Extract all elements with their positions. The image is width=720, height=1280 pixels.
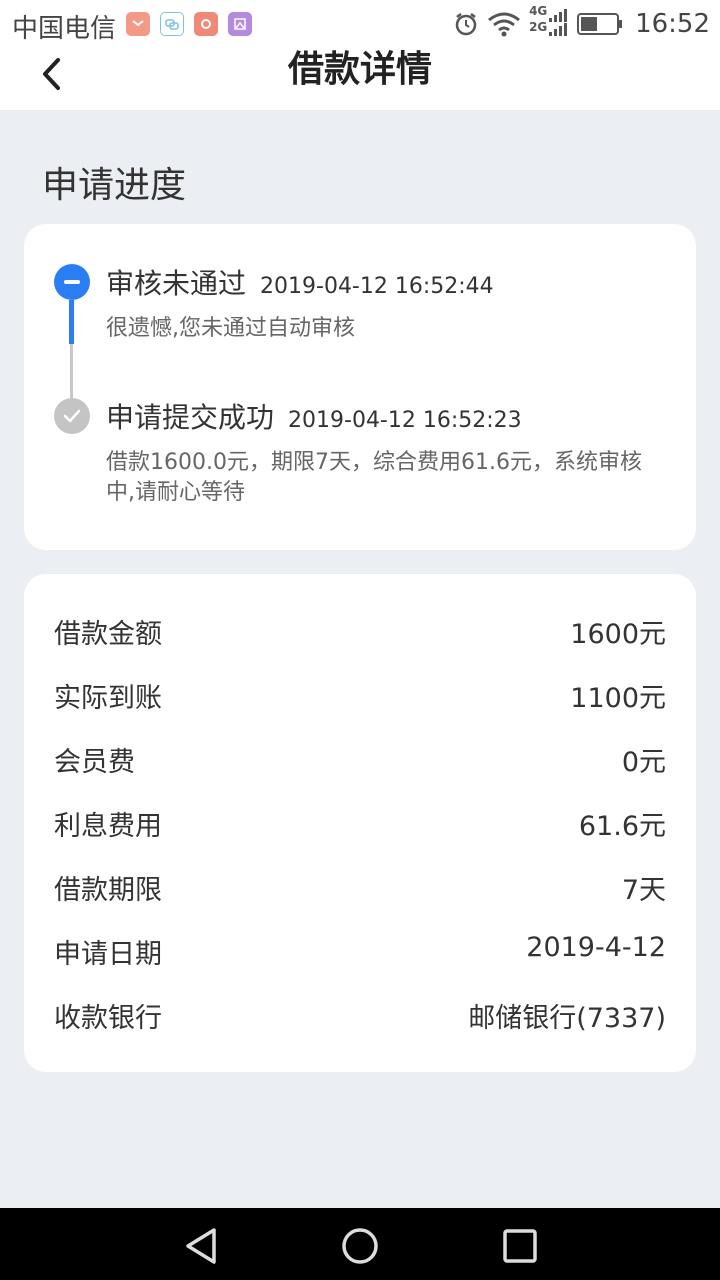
timeline-step-title: 审核未通过 2019-04-12 16:52:44 [106, 262, 494, 302]
app-notification-icon [194, 12, 218, 36]
chat-icon [160, 12, 184, 36]
navigation-bar: 借款详情 [0, 48, 720, 110]
loan-details-card: 借款金额 1600元 实际到账 1100元 会员费 0元 利息费用 61.6元 … [24, 574, 696, 1072]
detail-row-bank: 收款银行 邮储银行(7337) [54, 996, 666, 1036]
detail-value: 7天 [621, 875, 666, 906]
detail-value: 邮储银行(7337) [468, 1003, 666, 1034]
notification-icons [126, 12, 252, 36]
missed-call-icon [126, 12, 150, 36]
alarm-icon [453, 11, 479, 37]
system-home-button[interactable] [340, 1226, 380, 1266]
recents-square-icon [503, 1229, 537, 1263]
detail-label: 借款期限 [54, 875, 162, 906]
detail-row-term: 借款期限 7天 [54, 868, 666, 908]
section-title-progress: 申请进度 [42, 165, 187, 206]
detail-row-interest: 利息费用 61.6元 [54, 804, 666, 844]
status-bar: 中国电信 4G 2G 16:52 [0, 0, 720, 48]
detail-row-apply-date: 申请日期 2019-4-12 [54, 932, 666, 972]
minus-circle-icon [54, 264, 90, 300]
network-type-top: 4G [529, 4, 548, 18]
step-timestamp: 2019-04-12 16:52:44 [260, 274, 494, 299]
battery-icon [577, 12, 623, 36]
detail-row-membership-fee: 会员费 0元 [54, 740, 666, 780]
detail-label: 借款金额 [54, 619, 162, 650]
progress-card: 审核未通过 2019-04-12 16:52:44 很遗憾,您未通过自动审核 申请… [24, 224, 696, 550]
clock: 16:52 [635, 9, 710, 39]
gallery-icon [228, 12, 252, 36]
timeline-connector [70, 344, 73, 400]
detail-label: 会员费 [54, 747, 135, 778]
detail-label: 实际到账 [54, 683, 162, 714]
loan-details-screen: 中国电信 4G 2G 16:52 借款详情 申请进度 审核未通过 2019-04… [0, 0, 720, 1280]
detail-label: 收款银行 [54, 1003, 162, 1034]
network-type-bottom: 2G [529, 20, 548, 34]
step-status-label: 审核未通过 [106, 267, 247, 300]
detail-value: 2019-4-12 [526, 932, 666, 963]
chevron-left-icon [43, 58, 60, 90]
detail-value: 0元 [621, 747, 666, 778]
timeline-step-title: 申请提交成功 2019-04-12 16:52:23 [106, 396, 522, 436]
page-title: 借款详情 [287, 49, 432, 90]
detail-value: 1600元 [570, 619, 666, 650]
detail-value: 1100元 [570, 683, 666, 714]
back-button[interactable] [30, 52, 74, 96]
signal-icon: 4G 2G [529, 4, 569, 40]
carrier-label: 中国电信 [12, 14, 117, 44]
system-navigation-bar [0, 1208, 720, 1280]
system-back-button[interactable] [180, 1226, 220, 1266]
home-circle-icon [342, 1228, 378, 1264]
detail-row-loan-amount: 借款金额 1600元 [54, 612, 666, 652]
step-timestamp: 2019-04-12 16:52:23 [288, 408, 522, 433]
timeline-connector-active [69, 300, 74, 344]
detail-row-received-amount: 实际到账 1100元 [54, 676, 666, 716]
system-recents-button[interactable] [500, 1226, 540, 1266]
status-right: 4G 2G 16:52 [453, 4, 710, 40]
detail-value: 61.6元 [578, 811, 666, 842]
step-description: 借款1600.0元，期限7天，综合费用61.6元，系统审核中,请耐心等待 [106, 450, 642, 505]
back-triangle-icon [186, 1228, 216, 1264]
wifi-icon [487, 11, 521, 37]
detail-label: 利息费用 [54, 811, 162, 842]
step-description: 很遗憾,您未通过自动审核 [106, 316, 355, 341]
detail-label: 申请日期 [54, 939, 162, 970]
check-circle-icon [54, 398, 90, 434]
step-status-label: 申请提交成功 [106, 401, 275, 434]
